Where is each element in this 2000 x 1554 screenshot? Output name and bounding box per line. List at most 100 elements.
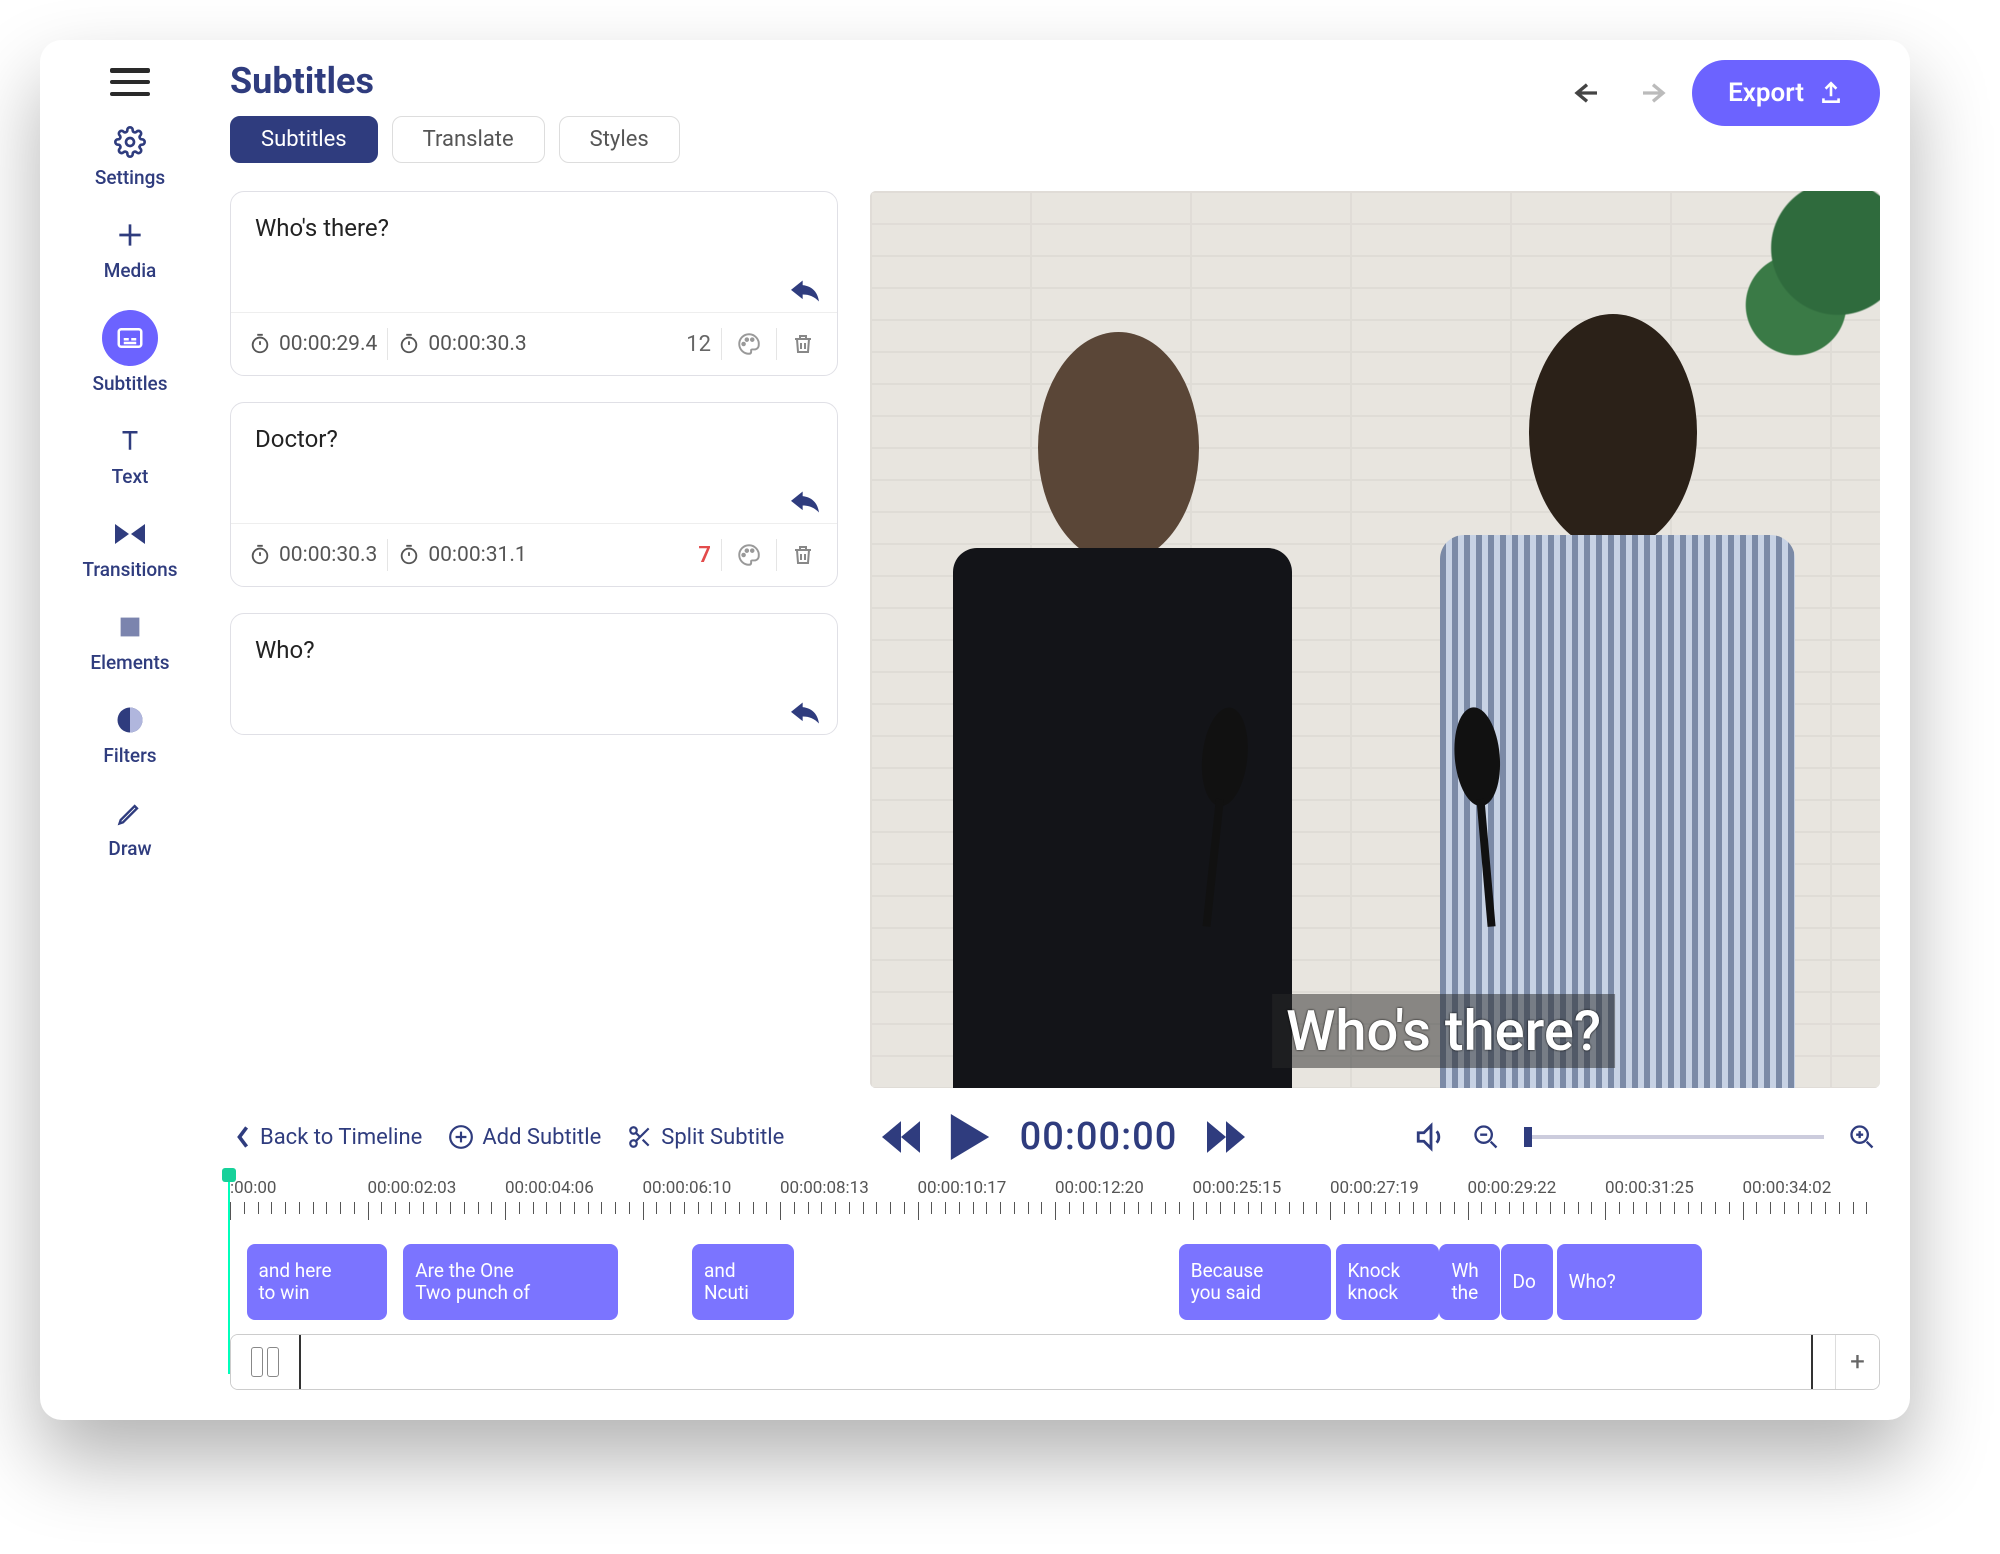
sidebar-label: Settings [95, 166, 165, 189]
preview-subtitle: Who's there? [1272, 994, 1615, 1068]
subtitles-icon [112, 320, 148, 356]
timeline-clip[interactable]: Are the One Two punch of [403, 1244, 618, 1320]
sidebar: Settings Media Subtitles Text Transition [40, 40, 220, 1420]
ruler-label: 00:00:10:17 [918, 1178, 1056, 1198]
subtitle-text-input[interactable]: Doctor? [231, 403, 837, 523]
sidebar-item-filters[interactable]: Filters [103, 702, 156, 767]
back-to-timeline-button[interactable]: Back to Timeline [234, 1125, 422, 1150]
zoom-in-icon[interactable] [1848, 1123, 1876, 1151]
subtitle-card[interactable]: Who? [230, 613, 838, 735]
text-icon [112, 423, 148, 459]
panel-title: Subtitles [230, 60, 680, 102]
gear-icon [112, 124, 148, 160]
subtitle-text-input[interactable]: Who's there? [231, 192, 837, 312]
reply-icon[interactable] [791, 280, 819, 302]
sidebar-item-text[interactable]: Text [112, 423, 149, 488]
export-label: Export [1728, 78, 1804, 108]
timeline-clip[interactable]: Do [1501, 1244, 1554, 1320]
ruler-label: 00:00:12:20 [1055, 1178, 1193, 1198]
mic-right [1427, 703, 1536, 930]
volume-icon[interactable] [1414, 1122, 1448, 1152]
timeline-clip[interactable]: Who? [1557, 1244, 1702, 1320]
start-time[interactable]: 00:00:29.4 [249, 332, 377, 356]
main-area: Subtitles Subtitles Translate Styles Exp… [220, 40, 1910, 1420]
sidebar-label: Media [104, 259, 157, 282]
timeline-clip[interactable]: Wh the [1439, 1244, 1500, 1320]
end-time[interactable]: 00:00:31.1 [398, 543, 526, 567]
sidebar-item-draw[interactable]: Draw [108, 795, 151, 860]
undo-icon[interactable] [1572, 79, 1612, 107]
playhead-time: 00:00:00 [1020, 1115, 1178, 1159]
rewind-icon[interactable] [882, 1121, 920, 1153]
style-icon[interactable] [732, 327, 766, 361]
sidebar-label: Draw [108, 837, 151, 860]
sidebar-item-elements[interactable]: Elements [90, 609, 169, 674]
start-time[interactable]: 00:00:30.3 [249, 543, 377, 567]
ruler-label: 00:00:31:25 [1605, 1178, 1743, 1198]
tab-translate[interactable]: Translate [392, 116, 545, 163]
ruler-label: 00:00:04:06 [505, 1178, 643, 1198]
sidebar-item-transitions[interactable]: Transitions [82, 516, 177, 581]
scissors-icon [627, 1124, 653, 1150]
clip-handle-left[interactable] [231, 1335, 301, 1389]
style-icon[interactable] [732, 538, 766, 572]
add-clip-button[interactable]: + [1835, 1335, 1879, 1389]
delete-icon[interactable] [787, 327, 819, 361]
timeline-clip[interactable]: Because you said [1179, 1244, 1331, 1320]
delete-icon[interactable] [787, 538, 819, 572]
subtitle-tabs: Subtitles Translate Styles [230, 116, 680, 163]
tab-subtitles[interactable]: Subtitles [230, 116, 378, 163]
clip-handle-right[interactable] [1811, 1335, 1835, 1389]
plus-icon [112, 217, 148, 253]
sidebar-label: Transitions [82, 558, 177, 581]
end-time[interactable]: 00:00:30.3 [398, 332, 526, 356]
ruler-label: 00:00:06:10 [643, 1178, 781, 1198]
redo-icon[interactable] [1628, 79, 1668, 107]
sidebar-item-settings[interactable]: Settings [95, 124, 165, 189]
forward-icon[interactable] [1207, 1121, 1245, 1153]
export-button[interactable]: Export [1692, 60, 1880, 126]
player-toolbar: Back to Timeline Add Subtitle Split Subt… [230, 1106, 1880, 1168]
timeline-clip[interactable]: and here to win [247, 1244, 387, 1320]
tab-styles[interactable]: Styles [559, 116, 680, 163]
ruler-label: :00:00 [230, 1178, 368, 1198]
add-subtitle-button[interactable]: Add Subtitle [448, 1124, 601, 1150]
person-right [1395, 299, 1839, 1088]
reply-icon[interactable] [791, 702, 819, 724]
reply-icon[interactable] [791, 491, 819, 513]
timeline-ruler[interactable]: :00:0000:00:02:0300:00:04:0600:00:06:100… [230, 1178, 1880, 1234]
upload-icon [1818, 80, 1844, 106]
sidebar-label: Subtitles [92, 372, 167, 395]
subtitle-card[interactable]: Doctor? 00:00:30.3 00:00:31.1 7 [230, 402, 838, 587]
zoom-out-icon[interactable] [1472, 1123, 1500, 1151]
transitions-icon [112, 516, 148, 552]
sidebar-item-media[interactable]: Media [104, 217, 157, 282]
ruler-label: 00:00:02:03 [368, 1178, 506, 1198]
subtitle-clip-row[interactable]: and here to winAre the One Two punch of a… [230, 1244, 1880, 1320]
menu-icon[interactable] [110, 68, 150, 96]
app-window: Settings Media Subtitles Text Transition [40, 40, 1910, 1420]
subtitle-text-input[interactable]: Who? [231, 614, 837, 734]
video-track[interactable]: + [230, 1334, 1880, 1390]
timeline-clip[interactable]: and Ncuti [692, 1244, 794, 1320]
timeline[interactable]: :00:0000:00:02:0300:00:04:0600:00:06:100… [230, 1178, 1880, 1390]
split-subtitle-button[interactable]: Split Subtitle [627, 1124, 784, 1150]
plus-circle-icon [448, 1124, 474, 1150]
sidebar-item-subtitles[interactable]: Subtitles [92, 310, 167, 395]
play-icon[interactable] [950, 1114, 990, 1160]
person-left [910, 317, 1334, 1088]
zoom-slider[interactable] [1524, 1135, 1824, 1139]
elements-icon [112, 609, 148, 645]
timeline-clip[interactable]: Knock knock [1336, 1244, 1440, 1320]
char-count: 12 [686, 332, 711, 357]
sidebar-label: Filters [103, 744, 156, 767]
video-preview[interactable]: Who's there? [870, 191, 1880, 1088]
subtitle-card[interactable]: Who's there? 00:00:29.4 00:00:30.3 12 [230, 191, 838, 376]
subtitle-card-list[interactable]: Who's there? 00:00:29.4 00:00:30.3 12 Do… [230, 191, 840, 1088]
pencil-icon [112, 795, 148, 831]
sidebar-label: Text [112, 465, 149, 488]
ruler-label: 00:00:29:22 [1468, 1178, 1606, 1198]
filters-icon [112, 702, 148, 738]
sidebar-label: Elements [90, 651, 169, 674]
ruler-label: 00:00:08:13 [780, 1178, 918, 1198]
